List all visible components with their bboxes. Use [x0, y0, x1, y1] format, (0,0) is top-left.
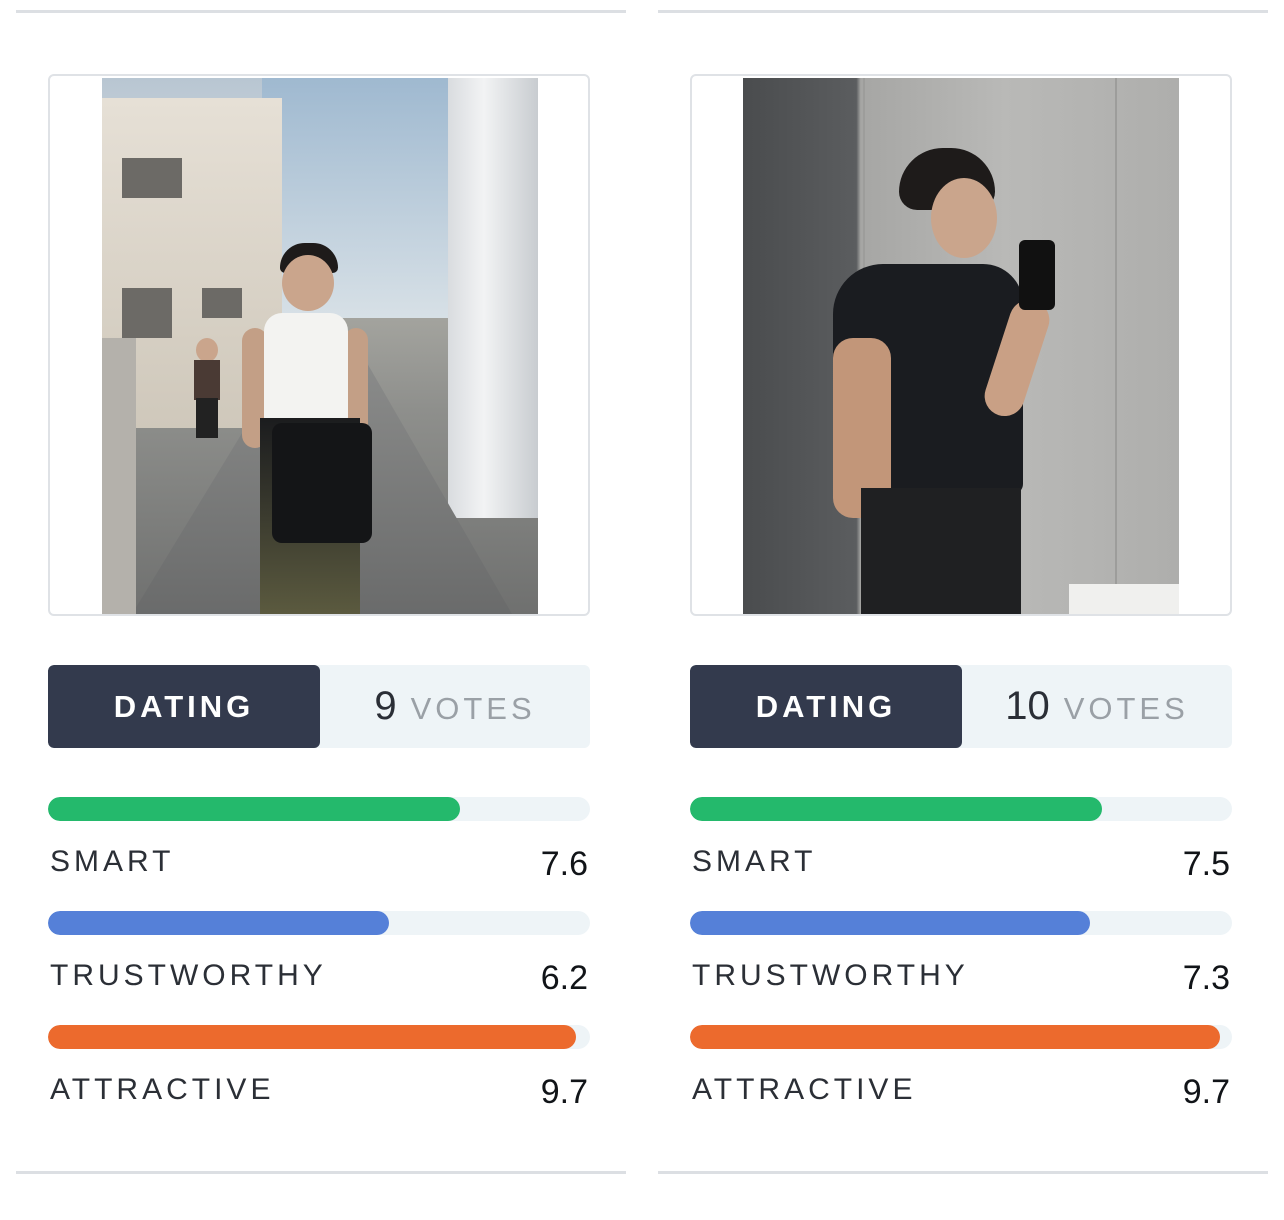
metric-label: TRUSTWORTHY [692, 959, 969, 992]
trustworthy-bar-fill [48, 911, 390, 935]
vote-number: 10 [1005, 684, 1050, 728]
metric-track [48, 1025, 590, 1049]
vote-count: 9 VOTES [320, 665, 590, 748]
profile-photo-frame[interactable] [690, 74, 1232, 616]
photo-wall [448, 78, 538, 518]
photo-pole [102, 338, 136, 614]
category-badge[interactable]: DATING [690, 665, 962, 748]
metric-track [48, 797, 590, 821]
card-bottom-divider [658, 1171, 1268, 1174]
metric-label: SMART [692, 845, 817, 878]
trustworthy-bar-fill [690, 911, 1090, 935]
vote-label: VOTES [410, 690, 536, 726]
metric-label: TRUSTWORTHY [50, 959, 327, 992]
attractive-bar-fill [48, 1025, 577, 1049]
vote-label: VOTES [1063, 690, 1189, 726]
profile-card-2: DATING 10 VOTES SMART 7.5 TRUSTWORTHY 7.… [658, 0, 1268, 1220]
metric-value: 7.5 [1182, 845, 1230, 883]
category-badge[interactable]: DATING [48, 665, 320, 748]
profile-photo-frame[interactable] [48, 74, 590, 616]
metric-track [690, 1025, 1232, 1049]
vote-bar: DATING 9 VOTES [48, 665, 590, 748]
photo-wall-seam [1115, 78, 1117, 614]
vote-bar: DATING 10 VOTES [690, 665, 1232, 748]
photo-person [232, 243, 382, 614]
vote-count: 10 VOTES [962, 665, 1232, 748]
metric-label: SMART [50, 845, 175, 878]
profile-photo[interactable] [102, 78, 538, 614]
smart-bar-fill [690, 797, 1102, 821]
metric-label: ATTRACTIVE [50, 1073, 275, 1106]
metric-value: 7.3 [1182, 959, 1230, 997]
photo-pedestrian [192, 338, 222, 438]
metric-value: 9.7 [540, 1073, 588, 1111]
card-top-divider [658, 10, 1268, 13]
metric-value: 7.6 [540, 845, 588, 883]
card-bottom-divider [16, 1171, 626, 1174]
smart-bar-fill [48, 797, 460, 821]
vote-number: 9 [374, 684, 397, 728]
metric-track [690, 911, 1232, 935]
card-top-divider [16, 10, 626, 13]
profile-photo[interactable] [743, 78, 1179, 614]
metric-value: 9.7 [1182, 1073, 1230, 1111]
metric-track [48, 911, 590, 935]
metric-label: ATTRACTIVE [692, 1073, 917, 1106]
profile-card-1: DATING 9 VOTES SMART 7.6 TRUSTWORTHY 6.2… [16, 0, 626, 1220]
photo-person [813, 148, 1113, 614]
metric-track [690, 797, 1232, 821]
metric-value: 6.2 [540, 959, 588, 997]
attractive-bar-fill [690, 1025, 1221, 1049]
